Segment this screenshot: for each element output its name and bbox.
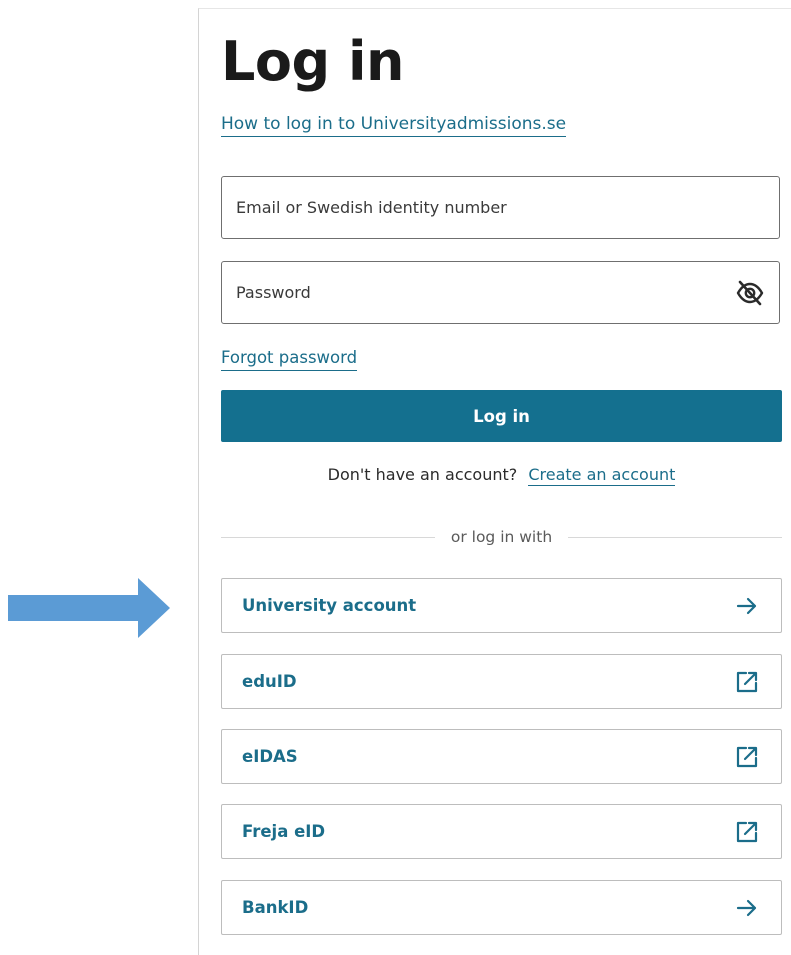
divider-line-right xyxy=(568,536,782,538)
eye-slash-icon[interactable] xyxy=(735,279,765,307)
login-button[interactable]: Log in xyxy=(221,390,782,442)
page-title: Log in xyxy=(221,30,404,93)
divider-line-left xyxy=(221,536,435,538)
callout-arrow-icon xyxy=(8,578,170,638)
page: Log in How to log in to Universityadmiss… xyxy=(0,0,791,955)
password-field[interactable] xyxy=(222,262,779,323)
provider-university-account-button[interactable]: University account xyxy=(221,578,782,633)
no-account-text: Don't have an account? xyxy=(327,465,518,484)
email-field[interactable] xyxy=(222,177,779,238)
provider-label: University account xyxy=(242,596,417,615)
external-link-icon xyxy=(736,821,758,843)
provider-bankid-button[interactable]: BankID xyxy=(221,880,782,935)
provider-eidas-button[interactable]: eIDAS xyxy=(221,729,782,784)
divider-text: or log in with xyxy=(450,528,553,546)
email-field-container xyxy=(221,176,780,239)
forgot-password-link[interactable]: Forgot password xyxy=(221,347,358,371)
provider-freja-eid-button[interactable]: Freja eID xyxy=(221,804,782,859)
arrow-right-icon xyxy=(736,597,757,615)
external-link-icon xyxy=(736,671,758,693)
external-link-icon xyxy=(736,746,758,768)
provider-label: eIDAS xyxy=(242,747,298,766)
how-to-login-link[interactable]: How to log in to Universityadmissions.se xyxy=(221,113,567,137)
create-account-link[interactable]: Create an account xyxy=(528,465,676,486)
provider-label: BankID xyxy=(242,898,309,917)
arrow-right-icon xyxy=(736,899,757,917)
password-field-container xyxy=(221,261,780,324)
signup-row: Don't have an account? Create an account xyxy=(221,464,782,486)
provider-eduid-button[interactable]: eduID xyxy=(221,654,782,709)
divider: or log in with xyxy=(221,526,782,548)
provider-label: eduID xyxy=(242,672,297,691)
provider-label: Freja eID xyxy=(242,822,326,841)
